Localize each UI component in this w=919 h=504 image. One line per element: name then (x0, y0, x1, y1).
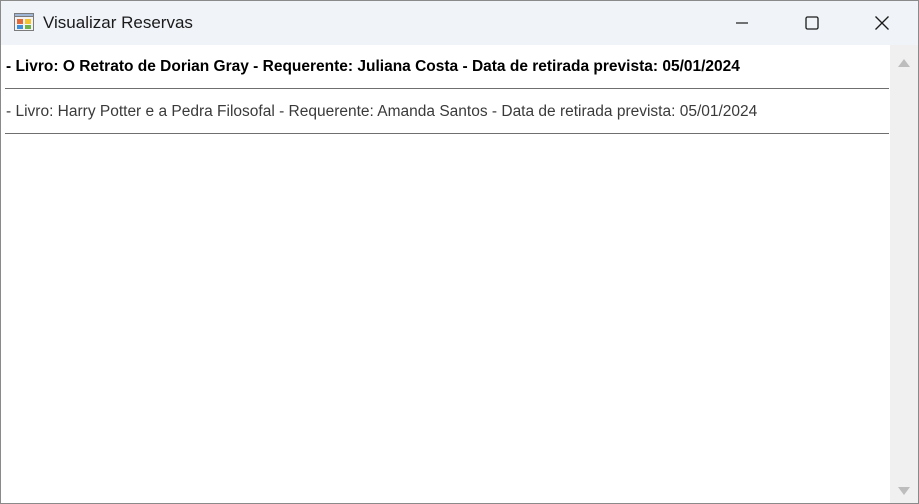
vertical-scrollbar[interactable] (890, 45, 918, 503)
maximize-button[interactable] (777, 1, 847, 45)
list-item[interactable]: - Livro: O Retrato de Dorian Gray - Requ… (5, 45, 889, 89)
window-title: Visualizar Reservas (43, 13, 193, 32)
app-form-icon (14, 13, 34, 31)
list-item[interactable]: - Livro: Harry Potter e a Pedra Filosofa… (5, 90, 889, 134)
title-bar[interactable]: Visualizar Reservas (1, 1, 918, 45)
scroll-down-arrow-icon[interactable] (897, 485, 911, 497)
reservas-list[interactable]: - Livro: O Retrato de Dorian Gray - Requ… (1, 45, 889, 503)
scroll-up-arrow-icon[interactable] (897, 57, 911, 69)
close-icon (875, 16, 889, 30)
maximize-icon (805, 16, 819, 30)
minimize-button[interactable] (707, 1, 777, 45)
minimize-icon (736, 22, 748, 24)
close-button[interactable] (847, 1, 917, 45)
main-window: Visualizar Reservas - Livro: O Retrato d… (0, 0, 919, 504)
